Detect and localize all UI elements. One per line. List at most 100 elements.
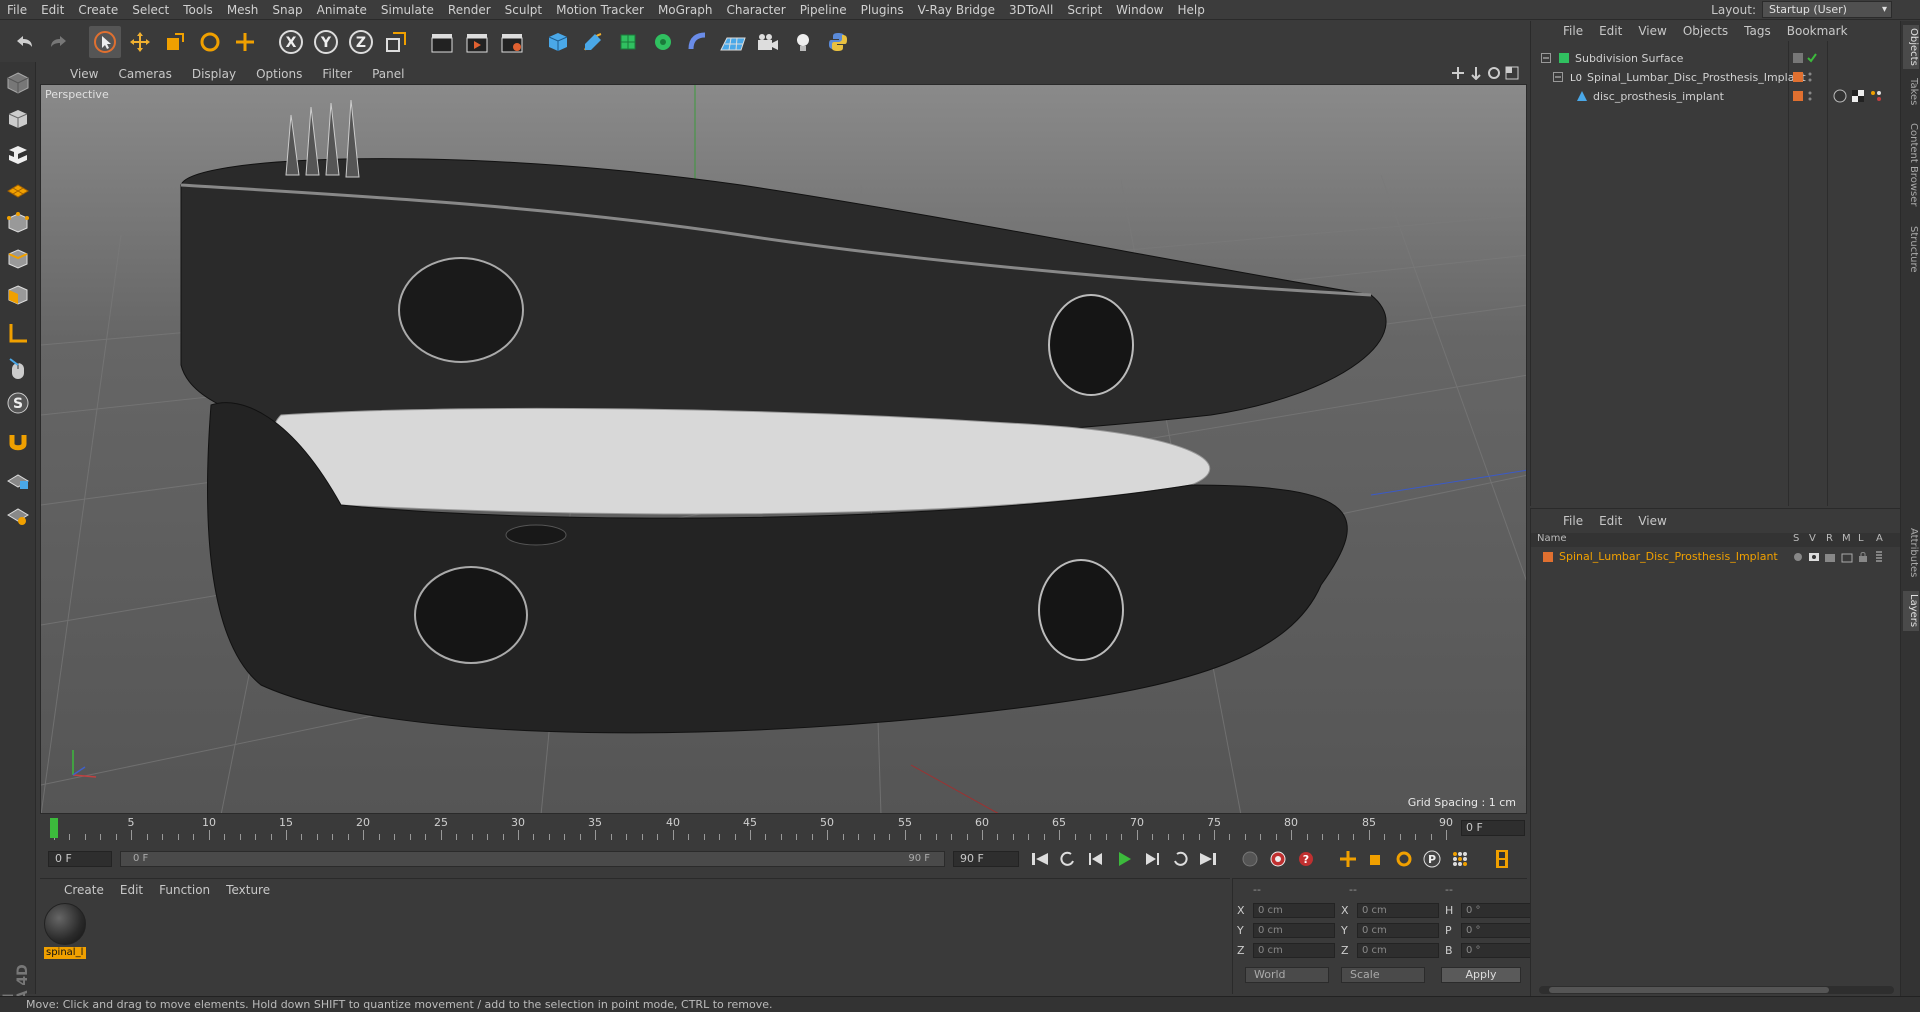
menu-script[interactable]: Script	[1060, 0, 1109, 20]
object-row-subdivision[interactable]: Subdivision Surface	[1531, 49, 1901, 67]
layer-color-swatch[interactable]	[1793, 72, 1803, 82]
prev-frame-button[interactable]	[1084, 848, 1108, 870]
menu-character[interactable]: Character	[719, 0, 792, 20]
apply-button[interactable]: Apply	[1441, 967, 1521, 983]
light-button[interactable]	[787, 26, 819, 58]
tab-attributes[interactable]: Attributes	[1903, 521, 1919, 585]
layer-solo-icon[interactable]	[1793, 552, 1803, 565]
column-locked[interactable]: L	[1858, 533, 1864, 544]
size-x-field[interactable]: 0 cm	[1357, 903, 1439, 918]
timeline[interactable]: 0 5 10 15 20 25 30 35 40 45 50 55 60 65 …	[40, 814, 1527, 842]
start-frame-field[interactable]: 0 F	[48, 851, 112, 867]
objects-menu-bookmark[interactable]: Bookmark	[1779, 24, 1856, 38]
magnet-button[interactable]	[3, 428, 33, 458]
tab-layers[interactable]: Layers	[1903, 591, 1919, 631]
floor-button[interactable]	[717, 26, 749, 58]
parameter-key-button[interactable]: P	[1420, 848, 1444, 870]
layers-menu-file[interactable]: File	[1555, 514, 1591, 528]
menu-window[interactable]: Window	[1109, 0, 1170, 20]
tree-collapse-icon[interactable]	[1551, 70, 1565, 84]
layer-color-swatch[interactable]	[1793, 91, 1803, 101]
record-keys-button[interactable]	[1238, 848, 1262, 870]
prev-key-button[interactable]	[1056, 848, 1080, 870]
play-button[interactable]	[1112, 848, 1136, 870]
checkmark-icon[interactable]	[1807, 53, 1817, 63]
viewport-menu-options[interactable]: Options	[246, 67, 312, 81]
current-frame-field[interactable]: 0 F	[1461, 820, 1525, 836]
column-solo[interactable]: S	[1793, 533, 1799, 544]
layer-color-swatch[interactable]	[1543, 552, 1553, 562]
column-animation[interactable]: A	[1876, 533, 1883, 544]
pan-icon[interactable]	[1451, 66, 1465, 80]
column-name[interactable]: Name	[1537, 533, 1567, 544]
make-editable-button[interactable]	[3, 68, 33, 98]
live-selection-button[interactable]	[89, 25, 121, 58]
maximize-view-icon[interactable]	[1505, 66, 1519, 80]
menu-animate[interactable]: Animate	[310, 0, 374, 20]
render-picture-viewer-button[interactable]	[461, 26, 493, 58]
layer-animation-icon[interactable]	[1875, 551, 1883, 566]
menu-snap[interactable]: Snap	[265, 0, 309, 20]
python-button[interactable]	[822, 26, 854, 58]
column-render[interactable]: R	[1826, 533, 1833, 544]
menu-plugins[interactable]: Plugins	[854, 0, 911, 20]
horizontal-scrollbar[interactable]	[1539, 986, 1894, 994]
menu-select[interactable]: Select	[125, 0, 176, 20]
polygons-mode-button[interactable]	[3, 280, 33, 310]
move-tool-button[interactable]	[124, 26, 156, 58]
layers-menu-edit[interactable]: Edit	[1591, 514, 1630, 528]
menu-file[interactable]: File	[0, 0, 34, 20]
position-x-field[interactable]: 0 cm	[1253, 903, 1335, 918]
texture-tag-icon[interactable]	[1851, 89, 1865, 103]
material-tag-icon[interactable]	[1833, 89, 1847, 103]
render-settings-button[interactable]	[496, 26, 528, 58]
recent-tools-button[interactable]	[229, 26, 261, 58]
material-menu-edit[interactable]: Edit	[112, 883, 151, 897]
cloner-button[interactable]	[647, 26, 679, 58]
tab-content-browser[interactable]: Content Browser	[1903, 117, 1919, 213]
autokey-button[interactable]	[1266, 848, 1290, 870]
3d-viewport[interactable]: Perspective Grid Spacing : 1 cm	[40, 84, 1527, 814]
end-frame-field[interactable]: 90 F	[953, 851, 1019, 867]
layer-eye-icon[interactable]	[1808, 551, 1820, 566]
objects-menu-objects[interactable]: Objects	[1675, 24, 1736, 38]
cube-object-button[interactable]	[542, 26, 574, 58]
size-z-field[interactable]: 0 cm	[1357, 943, 1439, 958]
viewport-menu-display[interactable]: Display	[182, 67, 246, 81]
camera-button[interactable]	[752, 26, 784, 58]
visibility-dots-icon[interactable]	[1807, 72, 1813, 82]
x-axis-button[interactable]: X	[275, 26, 307, 58]
visibility-dots-icon[interactable]	[1807, 91, 1813, 101]
menu-render[interactable]: Render	[441, 0, 498, 20]
column-manager[interactable]: M	[1842, 533, 1851, 544]
workplane-lock-button[interactable]	[3, 464, 33, 494]
points-mode-button[interactable]	[3, 208, 33, 238]
timeline-ruler[interactable]: 0 5 10 15 20 25 30 35 40 45 50 55 60 65 …	[51, 814, 1453, 842]
menu-tools[interactable]: Tools	[176, 0, 220, 20]
keyframe-selection-button[interactable]: ?	[1294, 848, 1318, 870]
subdivision-surface-button[interactable]	[612, 26, 644, 58]
menu-mesh[interactable]: Mesh	[220, 0, 266, 20]
spline-pen-button[interactable]	[577, 26, 609, 58]
model-mode-button[interactable]	[3, 104, 33, 134]
y-axis-button[interactable]: Y	[310, 26, 342, 58]
menu-help[interactable]: Help	[1170, 0, 1211, 20]
material-menu-function[interactable]: Function	[151, 883, 218, 897]
zoom-icon[interactable]	[1469, 66, 1483, 80]
tree-collapse-icon[interactable]	[1539, 51, 1553, 65]
texture-mode-button[interactable]	[3, 140, 33, 170]
orbit-icon[interactable]	[1487, 66, 1501, 80]
column-view[interactable]: V	[1809, 533, 1816, 544]
menu-pipeline[interactable]: Pipeline	[793, 0, 854, 20]
vertex-tag-icon[interactable]	[1869, 89, 1883, 103]
axis-mode-button[interactable]	[3, 318, 33, 348]
objects-menu-file[interactable]: File	[1555, 24, 1591, 38]
menu-sculpt[interactable]: Sculpt	[498, 0, 549, 20]
frame-range-slider[interactable]: 0 F 90 F	[120, 851, 945, 867]
redo-button[interactable]	[43, 26, 75, 58]
objects-menu-edit[interactable]: Edit	[1591, 24, 1630, 38]
menu-vray-bridge[interactable]: V-Ray Bridge	[911, 0, 1002, 20]
material-menu-texture[interactable]: Texture	[218, 883, 278, 897]
position-y-field[interactable]: 0 cm	[1253, 923, 1335, 938]
object-row-spinal-implant[interactable]: L0 Spinal_Lumbar_Disc_Prosthesis_Implant	[1531, 68, 1901, 86]
